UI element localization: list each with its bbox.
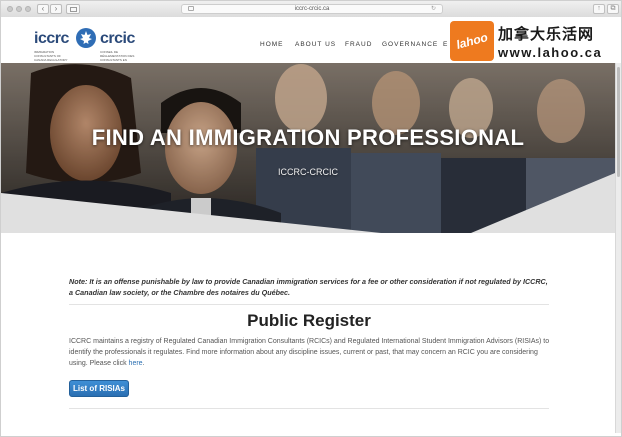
- nav-more[interactable]: E: [443, 41, 448, 48]
- watermark-url: www.lahoo.ca: [498, 45, 603, 60]
- nav-home[interactable]: HOME: [260, 41, 284, 48]
- browser-toolbar: ‹ › iccrc-crcic.ca ↻ ↑ ⧉: [1, 1, 621, 18]
- divider: [69, 304, 549, 305]
- forward-button[interactable]: ›: [50, 4, 62, 14]
- tabs-overview-button[interactable]: ⧉: [607, 4, 619, 14]
- address-bar-url: iccrc-crcic.ca: [294, 6, 330, 12]
- back-button[interactable]: ‹: [37, 4, 49, 14]
- logo-text-fr: crcic: [100, 30, 135, 47]
- hero-title: FIND AN IMMIGRATION PROFESSIONAL: [91, 125, 525, 150]
- maple-leaf-icon: [76, 28, 96, 48]
- lahoo-logo-text: lahoo: [454, 30, 490, 52]
- minimize-window-icon[interactable]: [16, 6, 22, 12]
- logo-text-en: iccrc: [34, 30, 69, 47]
- hero-subtitle: ICCRC-CRCIC: [278, 167, 338, 177]
- lahoo-logo: lahoo: [450, 21, 494, 61]
- here-link[interactable]: here: [129, 360, 143, 367]
- register-description: ICCRC maintains a registry of Regulated …: [69, 336, 553, 370]
- watermark-chinese: 加拿大乐活网: [498, 26, 595, 43]
- sidebar-toggle-button[interactable]: [66, 4, 80, 14]
- divider: [69, 408, 549, 409]
- reload-icon[interactable]: ↻: [431, 6, 436, 12]
- nav-about-us[interactable]: ABOUT US: [295, 41, 336, 48]
- reader-icon[interactable]: [188, 6, 194, 11]
- nav-governance[interactable]: GOVERNANCE: [382, 41, 438, 48]
- list-of-risias-button[interactable]: List of RISIAs: [69, 380, 129, 397]
- register-description-end: .: [142, 360, 145, 368]
- scrollbar-thumb[interactable]: [617, 67, 620, 177]
- legal-note: Note: It is an offense punishable by law…: [69, 277, 548, 297]
- close-window-icon[interactable]: [7, 6, 13, 12]
- section-title: Public Register: [247, 311, 371, 330]
- nav-fraud[interactable]: FRAUD: [345, 41, 372, 48]
- page-scrollbar[interactable]: [615, 63, 621, 433]
- watermark: lahoo 加拿大乐活网 www.lahoo.ca: [450, 21, 616, 63]
- share-button[interactable]: ↑: [593, 4, 605, 14]
- maximize-window-icon[interactable]: [25, 6, 31, 12]
- hero-banner: FIND AN IMMIGRATION PROFESSIONAL ICCRC-C…: [1, 63, 615, 233]
- address-bar[interactable]: iccrc-crcic.ca ↻: [181, 4, 443, 14]
- sidebar-icon: [70, 7, 77, 12]
